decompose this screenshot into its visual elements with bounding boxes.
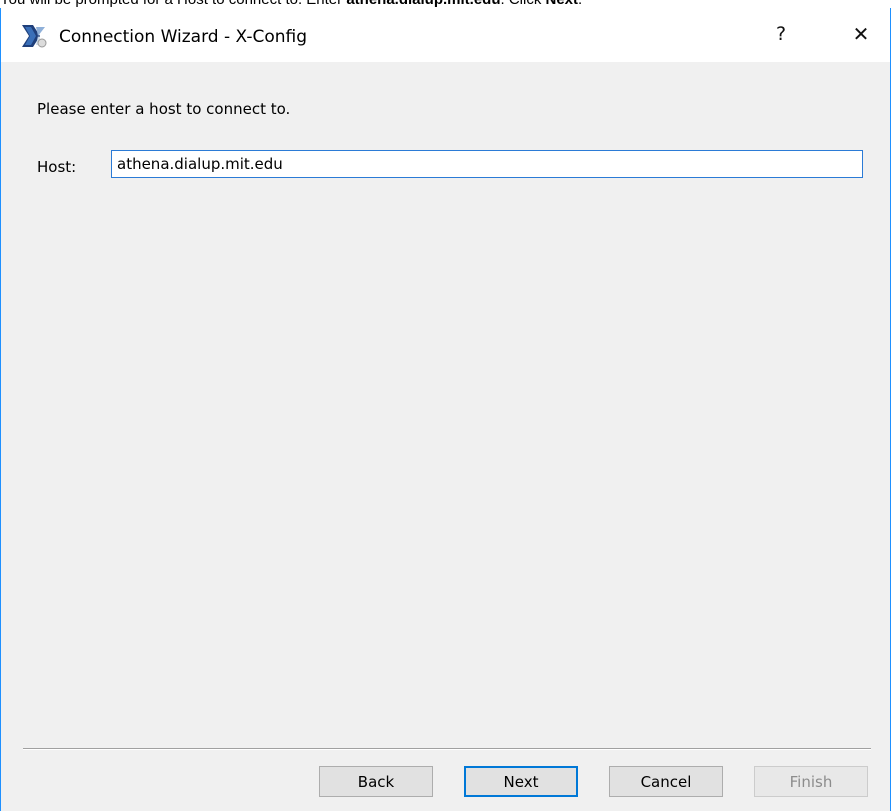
x-config-logo-icon — [22, 25, 47, 48]
title-bar[interactable]: Connection Wizard - X-Config ? ✕ — [1, 8, 890, 62]
finish-button[interactable]: Finish — [754, 766, 868, 797]
back-button[interactable]: Back — [319, 766, 433, 797]
button-divider — [23, 748, 871, 750]
close-icon[interactable]: ✕ — [839, 16, 883, 52]
next-button[interactable]: Next — [464, 766, 578, 797]
caption-part: . Click — [501, 0, 546, 8]
caption-text: You will be prompted for a Host to conne… — [0, 0, 582, 8]
wizard-content: Please enter a host to connect to. Host:… — [1, 62, 890, 811]
host-label: Host: — [37, 158, 77, 176]
page-caption: You will be prompted for a Host to conne… — [0, 0, 891, 8]
host-prompt: Please enter a host to connect to. — [37, 100, 291, 118]
help-icon[interactable]: ? — [759, 16, 803, 52]
connection-wizard-window: Connection Wizard - X-Config ? ✕ Please … — [0, 8, 891, 811]
caption-part: . — [578, 0, 582, 8]
caption-next: Next — [546, 0, 579, 8]
host-input[interactable] — [111, 150, 863, 178]
window-title: Connection Wizard - X-Config — [59, 27, 307, 47]
cancel-button[interactable]: Cancel — [609, 766, 723, 797]
caption-host: athena.dialup.mit.edu — [346, 0, 500, 8]
caption-part: You will be prompted for a Host to conne… — [0, 0, 346, 8]
